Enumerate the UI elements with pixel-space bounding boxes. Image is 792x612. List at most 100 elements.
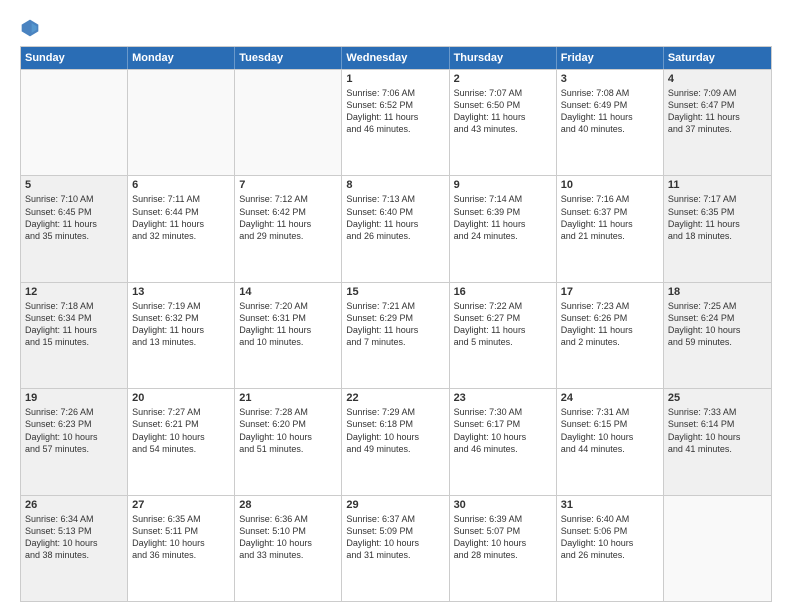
calendar-cell: 10 Sunrise: 7:16 AMSunset: 6:37 PMDayligh… xyxy=(557,176,664,281)
day-number: 21 xyxy=(239,392,337,404)
cell-text: Sunrise: 7:16 AMSunset: 6:37 PMDaylight:… xyxy=(561,193,659,242)
day-number: 6 xyxy=(132,179,230,191)
day-number: 25 xyxy=(668,392,767,404)
day-number: 1 xyxy=(346,73,444,85)
cell-text: Sunrise: 7:20 AMSunset: 6:31 PMDaylight:… xyxy=(239,300,337,349)
cell-text: Sunrise: 7:27 AMSunset: 6:21 PMDaylight:… xyxy=(132,406,230,455)
day-number: 10 xyxy=(561,179,659,191)
cell-text: Sunrise: 7:33 AMSunset: 6:14 PMDaylight:… xyxy=(668,406,767,455)
calendar-cell: 30 Sunrise: 6:39 AMSunset: 5:07 PMDayligh… xyxy=(450,496,557,601)
calendar-cell: 19 Sunrise: 7:26 AMSunset: 6:23 PMDayligh… xyxy=(21,389,128,494)
cell-text: Sunrise: 7:22 AMSunset: 6:27 PMDaylight:… xyxy=(454,300,552,349)
day-number: 18 xyxy=(668,286,767,298)
calendar-cell: 21 Sunrise: 7:28 AMSunset: 6:20 PMDayligh… xyxy=(235,389,342,494)
day-number: 14 xyxy=(239,286,337,298)
cell-text: Sunrise: 7:14 AMSunset: 6:39 PMDaylight:… xyxy=(454,193,552,242)
cell-text: Sunrise: 6:34 AMSunset: 5:13 PMDaylight:… xyxy=(25,513,123,562)
calendar-cell: 29 Sunrise: 6:37 AMSunset: 5:09 PMDayligh… xyxy=(342,496,449,601)
calendar-cell: 13Sunrise: 7:19 AMSunset: 6:32 PMDayligh… xyxy=(128,283,235,388)
calendar-cell: 11Sunrise: 7:17 AMSunset: 6:35 PMDayligh… xyxy=(664,176,771,281)
cell-text: Sunrise: 7:09 AMSunset: 6:47 PMDaylight:… xyxy=(668,87,767,136)
cell-text: Sunrise: 7:08 AMSunset: 6:49 PMDaylight:… xyxy=(561,87,659,136)
calendar-cell: 16Sunrise: 7:22 AMSunset: 6:27 PMDayligh… xyxy=(450,283,557,388)
calendar-cell: 2Sunrise: 7:07 AMSunset: 6:50 PMDaylight… xyxy=(450,70,557,175)
calendar-cell: 24 Sunrise: 7:31 AMSunset: 6:15 PMDayligh… xyxy=(557,389,664,494)
day-number: 30 xyxy=(454,499,552,511)
weekday-header: Sunday xyxy=(21,47,128,69)
day-number: 20 xyxy=(132,392,230,404)
day-number: 23 xyxy=(454,392,552,404)
day-number: 24 xyxy=(561,392,659,404)
calendar-cell: 15Sunrise: 7:21 AMSunset: 6:29 PMDayligh… xyxy=(342,283,449,388)
cell-text: Sunrise: 6:39 AMSunset: 5:07 PMDaylight:… xyxy=(454,513,552,562)
calendar-row: 19 Sunrise: 7:26 AMSunset: 6:23 PMDayligh… xyxy=(21,388,771,494)
day-number: 9 xyxy=(454,179,552,191)
calendar-header: SundayMondayTuesdayWednesdayThursdayFrid… xyxy=(21,47,771,69)
calendar-cell xyxy=(664,496,771,601)
calendar-cell: 7 Sunrise: 7:12 AMSunset: 6:42 PMDaylight… xyxy=(235,176,342,281)
calendar-row: 1 Sunrise: 7:06 AMSunset: 6:52 PMDaylight… xyxy=(21,69,771,175)
page: SundayMondayTuesdayWednesdayThursdayFrid… xyxy=(0,0,792,612)
calendar-cell: 22 Sunrise: 7:29 AMSunset: 6:18 PMDayligh… xyxy=(342,389,449,494)
weekday-header: Monday xyxy=(128,47,235,69)
calendar-cell: 31 Sunrise: 6:40 AMSunset: 5:06 PMDayligh… xyxy=(557,496,664,601)
calendar-cell: 28 Sunrise: 6:36 AMSunset: 5:10 PMDayligh… xyxy=(235,496,342,601)
day-number: 3 xyxy=(561,73,659,85)
day-number: 28 xyxy=(239,499,337,511)
day-number: 13 xyxy=(132,286,230,298)
header xyxy=(20,18,772,38)
logo-icon xyxy=(20,18,40,38)
day-number: 19 xyxy=(25,392,123,404)
calendar-cell: 8 Sunrise: 7:13 AMSunset: 6:40 PMDaylight… xyxy=(342,176,449,281)
cell-text: Sunrise: 7:31 AMSunset: 6:15 PMDaylight:… xyxy=(561,406,659,455)
weekday-header: Tuesday xyxy=(235,47,342,69)
day-number: 26 xyxy=(25,499,123,511)
cell-text: Sunrise: 7:11 AMSunset: 6:44 PMDaylight:… xyxy=(132,193,230,242)
cell-text: Sunrise: 6:36 AMSunset: 5:10 PMDaylight:… xyxy=(239,513,337,562)
calendar-cell: 9 Sunrise: 7:14 AMSunset: 6:39 PMDaylight… xyxy=(450,176,557,281)
cell-text: Sunrise: 7:28 AMSunset: 6:20 PMDaylight:… xyxy=(239,406,337,455)
day-number: 4 xyxy=(668,73,767,85)
calendar-cell: 20 Sunrise: 7:27 AMSunset: 6:21 PMDayligh… xyxy=(128,389,235,494)
calendar-cell: 4 Sunrise: 7:09 AMSunset: 6:47 PMDaylight… xyxy=(664,70,771,175)
logo xyxy=(20,18,44,38)
calendar-cell: 26 Sunrise: 6:34 AMSunset: 5:13 PMDayligh… xyxy=(21,496,128,601)
day-number: 7 xyxy=(239,179,337,191)
calendar-body: 1 Sunrise: 7:06 AMSunset: 6:52 PMDaylight… xyxy=(21,69,771,601)
day-number: 22 xyxy=(346,392,444,404)
calendar-cell: 6 Sunrise: 7:11 AMSunset: 6:44 PMDaylight… xyxy=(128,176,235,281)
calendar-cell xyxy=(235,70,342,175)
calendar-cell: 23 Sunrise: 7:30 AMSunset: 6:17 PMDayligh… xyxy=(450,389,557,494)
calendar-row: 12 Sunrise: 7:18 AMSunset: 6:34 PMDayligh… xyxy=(21,282,771,388)
calendar-cell: 27Sunrise: 6:35 AMSunset: 5:11 PMDayligh… xyxy=(128,496,235,601)
cell-text: Sunrise: 7:29 AMSunset: 6:18 PMDaylight:… xyxy=(346,406,444,455)
calendar-row: 26 Sunrise: 6:34 AMSunset: 5:13 PMDayligh… xyxy=(21,495,771,601)
calendar: SundayMondayTuesdayWednesdayThursdayFrid… xyxy=(20,46,772,602)
cell-text: Sunrise: 7:06 AMSunset: 6:52 PMDaylight:… xyxy=(346,87,444,136)
calendar-cell: 1 Sunrise: 7:06 AMSunset: 6:52 PMDaylight… xyxy=(342,70,449,175)
day-number: 12 xyxy=(25,286,123,298)
calendar-cell: 17 Sunrise: 7:23 AMSunset: 6:26 PMDayligh… xyxy=(557,283,664,388)
calendar-cell xyxy=(21,70,128,175)
day-number: 29 xyxy=(346,499,444,511)
calendar-cell: 18Sunrise: 7:25 AMSunset: 6:24 PMDayligh… xyxy=(664,283,771,388)
calendar-row: 5Sunrise: 7:10 AMSunset: 6:45 PMDaylight… xyxy=(21,175,771,281)
cell-text: Sunrise: 6:35 AMSunset: 5:11 PMDaylight:… xyxy=(132,513,230,562)
cell-text: Sunrise: 7:12 AMSunset: 6:42 PMDaylight:… xyxy=(239,193,337,242)
cell-text: Sunrise: 7:30 AMSunset: 6:17 PMDaylight:… xyxy=(454,406,552,455)
cell-text: Sunrise: 7:18 AMSunset: 6:34 PMDaylight:… xyxy=(25,300,123,349)
cell-text: Sunrise: 7:26 AMSunset: 6:23 PMDaylight:… xyxy=(25,406,123,455)
day-number: 8 xyxy=(346,179,444,191)
cell-text: Sunrise: 7:13 AMSunset: 6:40 PMDaylight:… xyxy=(346,193,444,242)
cell-text: Sunrise: 7:21 AMSunset: 6:29 PMDaylight:… xyxy=(346,300,444,349)
calendar-cell: 25 Sunrise: 7:33 AMSunset: 6:14 PMDayligh… xyxy=(664,389,771,494)
calendar-cell: 14 Sunrise: 7:20 AMSunset: 6:31 PMDayligh… xyxy=(235,283,342,388)
weekday-header: Saturday xyxy=(664,47,771,69)
calendar-cell: 5Sunrise: 7:10 AMSunset: 6:45 PMDaylight… xyxy=(21,176,128,281)
cell-text: Sunrise: 6:40 AMSunset: 5:06 PMDaylight:… xyxy=(561,513,659,562)
cell-text: Sunrise: 7:23 AMSunset: 6:26 PMDaylight:… xyxy=(561,300,659,349)
cell-text: Sunrise: 6:37 AMSunset: 5:09 PMDaylight:… xyxy=(346,513,444,562)
day-number: 31 xyxy=(561,499,659,511)
cell-text: Sunrise: 7:07 AMSunset: 6:50 PMDaylight:… xyxy=(454,87,552,136)
day-number: 17 xyxy=(561,286,659,298)
